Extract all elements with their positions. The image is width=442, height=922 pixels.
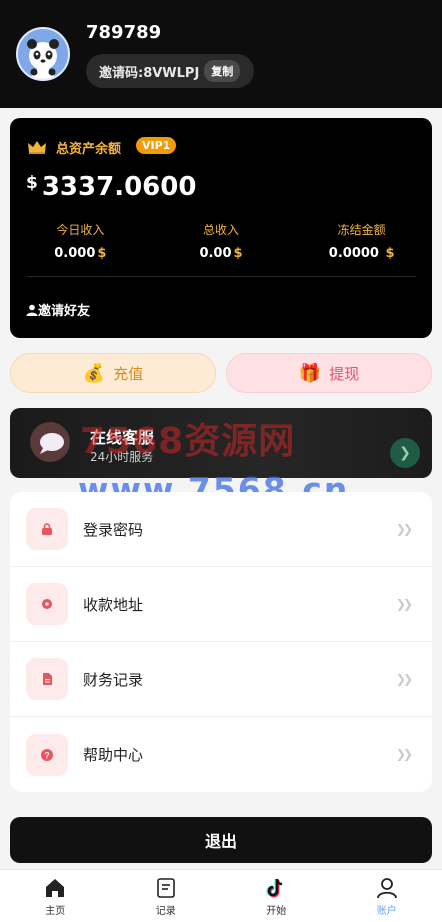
stat-value: 0.0000 $ <box>328 246 395 261</box>
tab-label: 主页 <box>45 906 66 917</box>
chevron-right-icon: ❯❯ <box>395 522 413 536</box>
document-icon <box>26 658 68 700</box>
help-icon: ? <box>26 733 68 776</box>
gift-icon: 🎁 <box>298 362 322 384</box>
divider <box>26 276 416 277</box>
tab-label: 开始 <box>266 906 287 917</box>
chevron-right-icon: ❯❯ <box>395 672 413 686</box>
recharge-label: 充值 <box>113 364 144 383</box>
stat-total-income: 总收入 0.00 $ <box>151 221 292 261</box>
chat-bubble-icon <box>30 422 70 462</box>
tab-label: 账户 <box>376 906 397 917</box>
menu-label: 财务记录 <box>83 670 144 689</box>
money-bag-icon: 💰 <box>82 362 106 384</box>
watermark-text: 7568资源网 <box>80 421 296 462</box>
asset-card: 总资产余额 VIP1 $3337.0600 今日收入 0.000 $ 总收入 0.… <box>10 118 432 338</box>
stat-label: 总收入 <box>203 223 240 237</box>
arrow-right-icon: ❯ <box>390 438 420 468</box>
vip-badge: VIP1 <box>136 137 177 154</box>
stat-value: 0.000 $ <box>54 246 107 261</box>
asset-title: 总资产余额 <box>56 142 122 157</box>
chevron-right-icon: ❯❯ <box>395 597 413 611</box>
stat-frozen-amount: 冻结金额 0.0000 $ <box>291 221 432 261</box>
stat-label: 冻结金额 <box>337 223 386 237</box>
copy-button[interactable]: 复制 <box>204 60 241 82</box>
stat-label: 今日收入 <box>56 223 105 237</box>
user-icon <box>26 304 38 316</box>
invite-code: 邀请码:8VWLPJ <box>99 65 200 81</box>
balance-amount: 3337.0600 <box>41 172 197 202</box>
tab-label: 记录 <box>155 906 176 917</box>
tab-records[interactable]: 记录 <box>111 870 222 922</box>
stat-today-income: 今日收入 0.000 $ <box>10 221 151 261</box>
logout-button[interactable]: 退出 <box>10 817 432 863</box>
stat-value: 0.00 $ <box>199 246 243 261</box>
avatar[interactable] <box>16 27 70 81</box>
lock-icon <box>26 508 68 550</box>
menu-label: 登录密码 <box>83 520 144 539</box>
home-icon <box>46 879 65 897</box>
tab-start[interactable]: 开始 <box>221 870 332 922</box>
location-icon <box>26 583 68 625</box>
menu-item-help-center[interactable]: ? 帮助中心 ❯❯ <box>10 717 432 792</box>
menu-label: 帮助中心 <box>83 746 144 764</box>
crown-icon <box>28 141 46 154</box>
tiktok-icon <box>266 878 283 898</box>
chevron-right-icon: ❯❯ <box>395 747 413 761</box>
invite-friend-label: 邀请好友 <box>38 304 91 319</box>
tab-account[interactable]: 账户 <box>332 870 442 922</box>
records-icon <box>156 878 175 898</box>
svg-text:?: ? <box>44 750 50 760</box>
menu-label: 收款地址 <box>83 595 144 614</box>
panda-avatar-icon <box>27 39 59 79</box>
account-icon <box>376 878 397 899</box>
currency-symbol: $ <box>26 173 38 193</box>
profile-header: 789789 邀请码:8VWLPJ 复制 <box>0 0 442 108</box>
account-menu: 登录密码 ❯❯ 收款地址 ❯❯ 财务记录 ❯❯ ? 帮助中心 ❯❯ <box>10 492 432 792</box>
menu-item-payment-address[interactable]: 收款地址 ❯❯ <box>10 567 432 642</box>
tab-home[interactable]: 主页 <box>0 870 111 922</box>
withdraw-label: 提现 <box>329 364 360 383</box>
withdraw-button[interactable]: 🎁 提现 <box>226 353 432 393</box>
recharge-button[interactable]: 💰 充值 <box>10 353 216 393</box>
bottom-tab-bar: 主页 记录 开始 账户 <box>0 869 442 922</box>
income-stats: 今日收入 0.000 $ 总收入 0.00 $ 冻结金额 0.0000 $ <box>10 221 432 261</box>
menu-item-finance-records[interactable]: 财务记录 ❯❯ <box>10 642 432 717</box>
invite-code-pill: 邀请码:8VWLPJ 复制 <box>86 54 254 88</box>
username: 789789 <box>86 22 162 43</box>
invite-friend-link[interactable]: 邀请好友 <box>26 300 90 319</box>
menu-item-login-password[interactable]: 登录密码 ❯❯ <box>10 492 432 567</box>
balance: $3337.0600 <box>26 172 196 202</box>
